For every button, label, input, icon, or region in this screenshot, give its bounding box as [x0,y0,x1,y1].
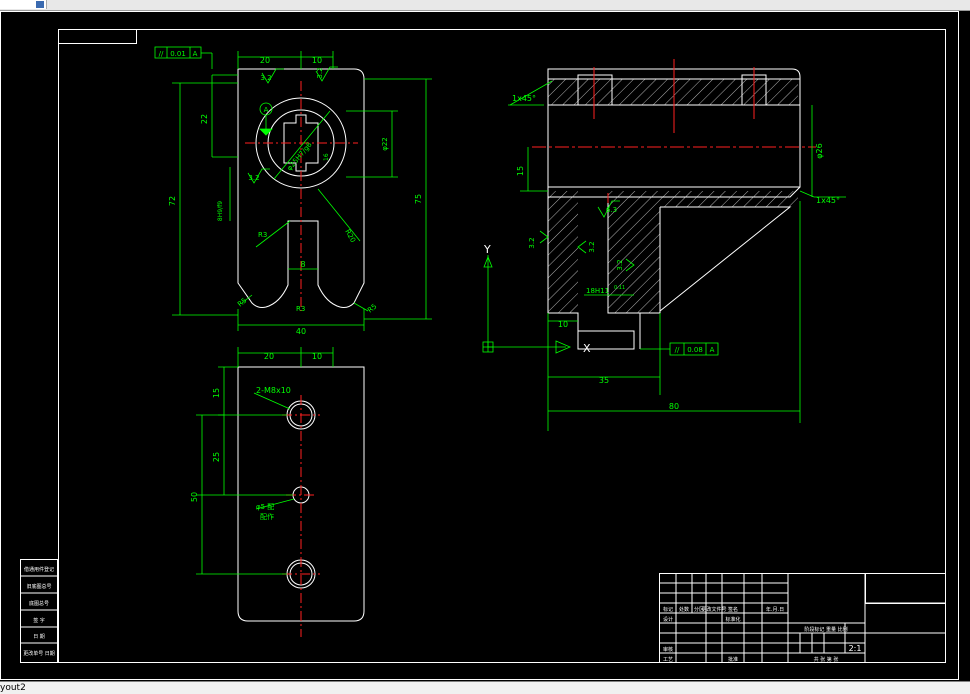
tb-row2-0: 设计 [663,616,673,623]
left-strip-table: 借通用件登记 旧底图总号 底图总号 签 字 日 期 更改单号 日期 [20,559,58,663]
dim-front-top-20: 20 [260,56,270,65]
bottom-view: 20 10 15 25 50 2-M8x10 φ5 配 配作 [190,347,365,637]
dim-bottom-left-50: 50 [190,492,199,502]
dim-bottom-left-25: 25 [212,452,221,462]
dim-front-bore-r: φ22 [381,137,389,151]
dim-front-left-22: 22 [200,114,209,124]
dim-front-right-75: 75 [414,194,423,204]
dim-section-fit-sub: 0.11 [614,285,625,291]
ucs-x-label: X [583,342,591,355]
tol-section-value: 0.08 [687,346,703,354]
rough-section-4: 3.2 [616,259,624,270]
note-bottom-holes: 2-M8x10 [256,386,291,395]
strip-row-5: 日 期 [33,634,45,640]
rough-front-1: 3.2 [260,74,271,82]
dim-front-slot-8: 8 [300,260,305,269]
drawing-canvas[interactable]: 借通用件登记 旧底图总号 底图总号 签 字 日 期 更改单号 日期 20 10 … [0,11,970,681]
tol-front-value: 0.01 [170,50,186,58]
tb-row2-1: 标准化 [725,616,740,623]
front-view: 20 10 22 72 75 40 8 φ25H7/g6 φ22 R3 R3 R… [154,46,432,336]
rough-front-3: 3.2 [248,174,259,182]
title-block: 标记 处数 分区 更改文件号 签名 年.月.日 设计 标准化 审核 工艺 批准 … [659,573,946,663]
rough-section-3: 3.2 [588,241,596,252]
dim-section-left-15: 15 [516,166,525,176]
cad-drawing: 借通用件登记 旧底图总号 底图总号 签 字 日 期 更改单号 日期 20 10 … [0,11,959,680]
dim-front-r3a: R3 [258,231,267,239]
tb-row1-3: 更改文件号 [701,606,726,613]
tb-row1-1: 处数 [679,606,689,613]
tb-row4-0: 工艺 [663,657,673,663]
dim-front-side-tol: 8H9/f9 [217,201,224,221]
rough-section-2: 3.2 [528,237,536,248]
strip-row-3: 底图总号 [29,600,49,607]
rough-front-2: 3.2 [316,67,324,78]
dim-bottom-top-20: 20 [264,352,274,361]
rough-section-1: 6.3 [606,206,617,214]
strip-row-4: 签 字 [33,617,45,624]
tol-section-symbol: // [675,346,680,354]
note-bottom-pin: φ5 配 [256,503,274,511]
dim-front-small-16: 16 [323,153,330,161]
dim-section-35: 35 [599,376,609,385]
dim-section-80: 80 [669,402,679,411]
tb-row3-0: 审核 [663,646,673,653]
tb-sheet: 共 张 第 张 [814,656,839,663]
dim-front-bottom-40: 40 [296,327,306,336]
dim-bottom-top-10: 10 [312,352,322,361]
tol-front-datum: A [193,50,198,58]
tb-row1-5: 年.月.日 [766,606,784,613]
tb-stage-header: 阶段标记 重量 比例 [804,626,847,633]
strip-row-2: 旧底图总号 [26,583,51,590]
dim-section-10: 10 [558,320,568,329]
tol-section-datum: A [710,346,715,354]
dim-front-bore: φ25H7/g6 [285,140,314,172]
ucs-y-label: Y [483,243,491,256]
layout-tab[interactable]: yout2 [0,682,32,694]
note-bottom-pin2: 配作 [260,512,274,521]
sheet-border [0,11,959,680]
dim-section-dia-26: φ26 [815,143,824,158]
dim-section-chamfer-top: 1x45° [512,94,536,103]
document-icon [36,1,44,8]
tb-row1-0: 标记 [663,606,673,613]
layout-tab-bar: yout2 [0,681,970,694]
tol-front-symbol: // [159,50,164,58]
dim-front-left-72: 72 [168,196,177,206]
dim-section-chamfer-right: 1x45° [816,196,840,205]
dim-bottom-left-15: 15 [212,388,221,398]
dim-front-r20: R20 [343,228,357,244]
datum-a-label: A [264,106,269,114]
dim-section-fit: 18H11 [586,287,609,295]
strip-row-6: 更改单号 日期 [23,650,55,657]
strip-row-1: 借通用件登记 [24,566,54,573]
dim-front-r5a: R5 [236,296,248,308]
document-tab-bar [0,0,970,11]
dim-front-r3b: R3 [296,305,305,313]
tb-row4-1: 批准 [728,656,738,663]
tb-row1-4: 签名 [728,606,738,613]
section-view: 1x45° 1x45° φ26 15 10 35 80 18H11 0.11 /… [482,59,846,431]
dim-front-r5b: R5 [366,302,378,314]
dim-front-top-10: 10 [312,56,322,65]
tb-scale: 2:1 [849,644,862,653]
